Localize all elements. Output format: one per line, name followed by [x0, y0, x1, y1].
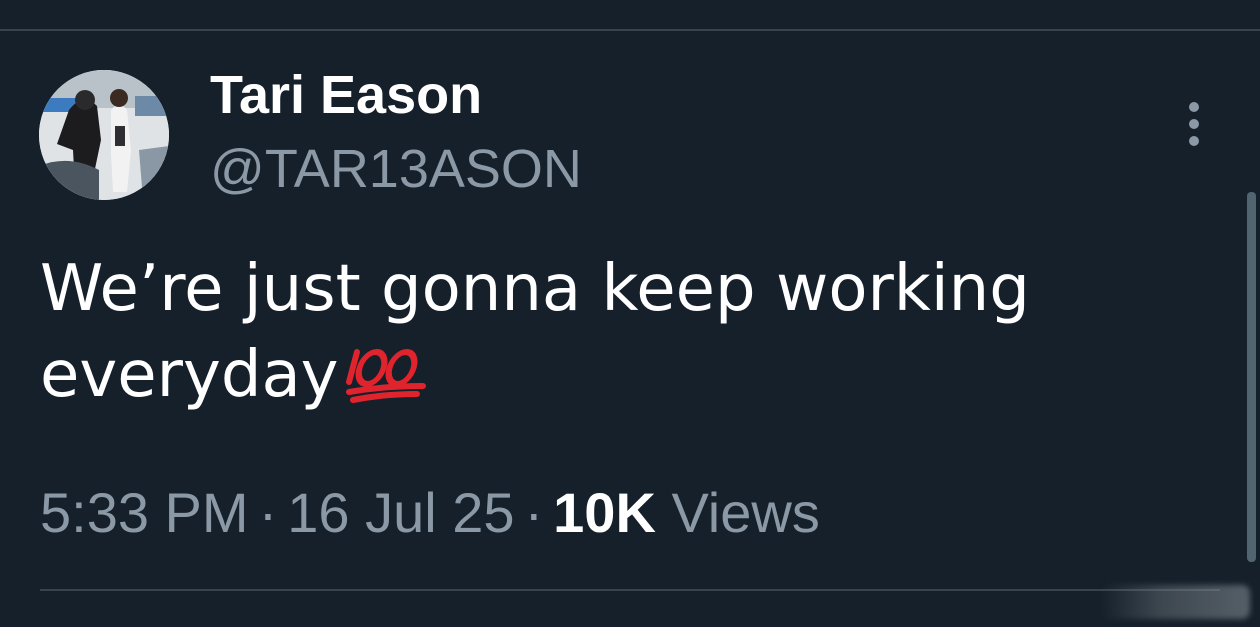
views-label[interactable]: Views [671, 481, 819, 544]
more-dot [1189, 119, 1199, 129]
tweet-date[interactable]: 16 Jul 25 [287, 481, 514, 544]
hundred-points-icon [343, 340, 429, 426]
meta-separator: · [258, 481, 278, 544]
tweet-text: We’re just gonna keep working everyday [40, 246, 1190, 426]
views-count[interactable]: 10K [553, 481, 656, 544]
meta-separator: · [524, 481, 544, 544]
tweet-text-line-2-text: everyday [40, 338, 339, 412]
author-display-name[interactable]: Tari Eason [210, 62, 482, 128]
avatar-image [39, 70, 169, 200]
more-dot [1189, 102, 1199, 112]
tweet-time[interactable]: 5:33 PM [40, 481, 249, 544]
author-handle[interactable]: @TAR13ASON [210, 136, 582, 202]
avatar[interactable] [39, 70, 169, 200]
scrollbar[interactable] [1247, 192, 1256, 562]
more-options-button[interactable] [1172, 98, 1216, 150]
bottom-divider [40, 589, 1220, 591]
tweet-text-line-1: We’re just gonna keep working [40, 252, 1030, 326]
more-dot [1189, 136, 1199, 146]
top-divider [0, 29, 1260, 31]
tweet-text-line-2: everyday [40, 332, 1190, 426]
watermark [1100, 585, 1250, 619]
tweet-meta: 5:33 PM · 16 Jul 25 · 10K Views [40, 478, 820, 548]
